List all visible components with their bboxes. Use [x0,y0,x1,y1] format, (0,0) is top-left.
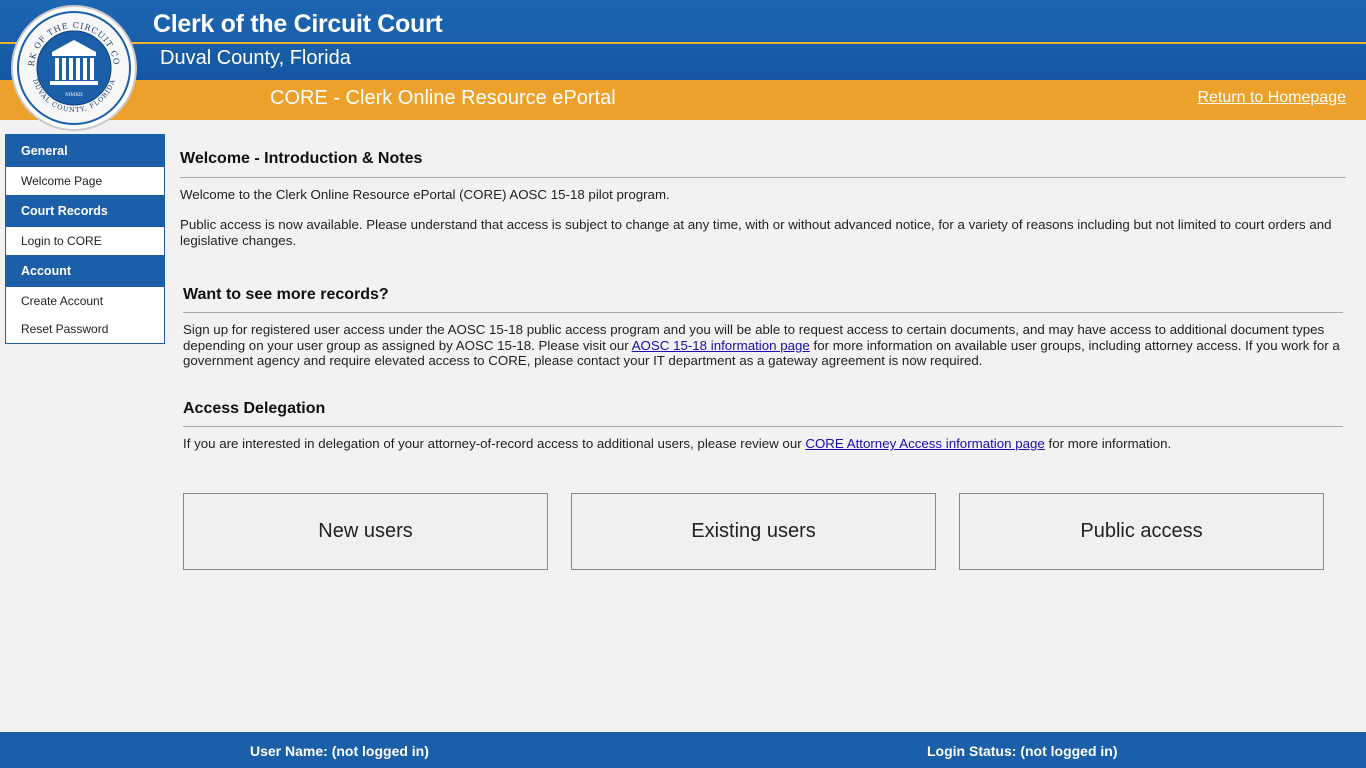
delegation-divider [183,426,1343,427]
delegation-text-end: for more information. [1044,436,1172,451]
sidebar-section-court-records: Court Records [6,195,164,227]
existing-users-button[interactable]: Existing users [571,493,936,570]
seal-year: MMXII [65,92,83,98]
welcome-title: Welcome - Introduction & Notes [180,150,423,167]
sidebar-item-welcome-page[interactable]: Welcome Page [6,167,164,195]
attorney-access-info-link[interactable]: CORE Attorney Access information page [805,436,1044,451]
delegation-title: Access Delegation [183,400,326,417]
welcome-divider [180,177,1346,178]
footer-user-name: User Name: (not logged in) [250,743,429,759]
delegation-text-start: If you are interested in delegation of y… [183,436,806,451]
footer-login-status: Login Status: (not logged in) [927,743,1118,759]
new-users-button[interactable]: New users [183,493,548,570]
site-title: Clerk of the Circuit Court [153,10,443,38]
records-title: Want to see more records? [183,286,389,303]
sidebar-section-general: General [6,135,164,167]
portal-title: CORE - Clerk Online Resource ePortal [270,87,616,109]
records-divider [183,312,1343,313]
site-subtitle: Duval County, Florida [160,47,351,69]
return-to-homepage-link[interactable]: Return to Homepage [1197,89,1346,107]
sidebar-item-reset-password[interactable]: Reset Password [6,315,164,343]
sidebar-item-create-account[interactable]: Create Account [6,287,164,315]
welcome-intro-text: Welcome to the Clerk Online Resource ePo… [180,187,670,202]
sidebar-section-account: Account [6,255,164,287]
portal-bar [0,80,1366,120]
public-access-button[interactable]: Public access [959,493,1324,570]
footer-bar [0,732,1366,768]
records-text: Sign up for registered user access under… [183,322,1343,369]
delegation-text: If you are interested in delegation of y… [183,436,1343,452]
header-divider [0,42,1366,44]
aosc-info-link[interactable]: AOSC 15-18 information page [632,338,810,353]
court-seal-logo: CLERK OF THE CIRCUIT COURT DUVAL COUNTY,… [10,4,137,131]
welcome-notice-text: Public access is now available. Please u… [180,217,1332,248]
sidebar-nav: General Welcome Page Court Records Login… [5,134,165,344]
sidebar-item-login-to-core[interactable]: Login to CORE [6,227,164,255]
